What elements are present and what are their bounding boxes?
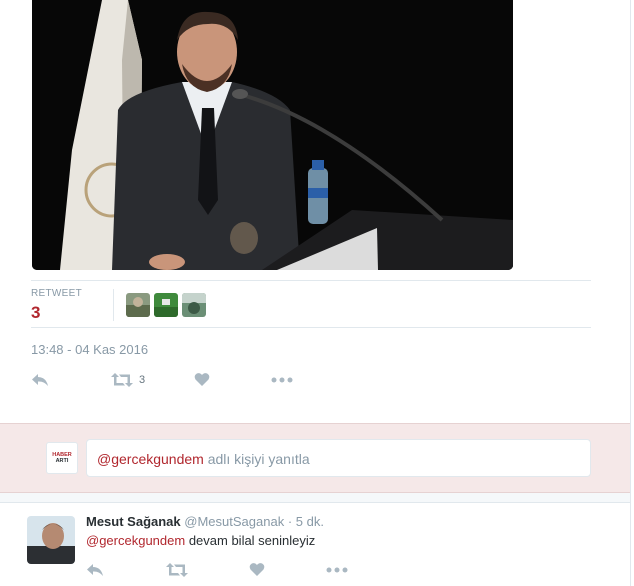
reply-author-avatar-image	[27, 516, 75, 564]
like-button[interactable]	[194, 372, 210, 387]
column-border	[630, 0, 631, 586]
reply-tweet-retweet-button[interactable]	[166, 562, 188, 578]
current-user-avatar: HABER ARTI	[46, 442, 78, 474]
header-separator: ·	[284, 514, 296, 529]
reply-author-avatar[interactable]	[27, 516, 75, 564]
reply-tweet-body: devam bilal seninleyiz	[185, 533, 316, 548]
more-icon	[326, 567, 348, 573]
retweeter-avatar[interactable]	[182, 293, 206, 317]
like-icon	[249, 563, 265, 576]
reply-author-handle[interactable]: @MesutSaganak	[184, 514, 284, 529]
avatar-logo: HABER ARTI	[52, 452, 72, 464]
reply-icon	[87, 564, 103, 576]
reply-tweet-more-button[interactable]	[326, 562, 348, 578]
retweeter-avatar[interactable]	[154, 293, 178, 317]
avatar-logo-bottom: ARTI	[55, 458, 69, 464]
reply-composer: HABER ARTI @gercekgundem adlı kişiyi yan…	[0, 423, 630, 493]
reply-tweet-header: Mesut Sağanak @MesutSaganak · 5 dk.	[86, 514, 324, 529]
reply-tweet-reply-button[interactable]	[86, 562, 104, 578]
tweet-stats: RETWEET 3	[31, 280, 591, 328]
retweet-button[interactable]: 3	[111, 372, 145, 388]
reply-button[interactable]	[31, 372, 49, 388]
retweeter-avatars	[126, 293, 206, 317]
reply-tweet-text: @gercekgundem devam bilal seninleyiz	[86, 533, 315, 548]
retweet-stat[interactable]: RETWEET 3	[31, 288, 82, 323]
retweeter-avatar[interactable]	[126, 293, 150, 317]
retweet-action-count: 3	[139, 374, 146, 386]
reply-mention: @gercekgundem	[97, 451, 204, 467]
tweet-detail-page: RETWEET 3 13:48 - 04 Kas 2016 3 HABER AR…	[0, 0, 634, 586]
retweet-icon	[166, 563, 188, 577]
speaker-photo-image	[32, 0, 513, 270]
more-button[interactable]	[271, 372, 293, 388]
retweeter-avatar-image	[126, 293, 150, 317]
tweet-timestamp[interactable]: 13:48 - 04 Kas 2016	[31, 342, 148, 357]
tweet-photo[interactable]	[32, 0, 513, 270]
retweeter-avatar-image	[182, 293, 206, 317]
retweet-icon	[111, 373, 133, 387]
reply-tweet-like-button[interactable]	[249, 562, 265, 577]
like-icon	[194, 373, 210, 386]
reply-placeholder: adlı kişiyi yanıtla	[203, 451, 310, 467]
reply-input[interactable]: @gercekgundem adlı kişiyi yanıtla	[86, 439, 591, 477]
more-icon	[271, 377, 293, 383]
stats-divider	[113, 289, 114, 321]
reply-tweet[interactable]: Mesut Sağanak @MesutSaganak · 5 dk. @ger…	[0, 504, 630, 586]
reply-tweet-time[interactable]: 5 dk.	[296, 514, 324, 529]
reply-tweet-mention[interactable]: @gercekgundem	[86, 533, 185, 548]
retweeter-avatar-image	[154, 293, 178, 317]
section-divider	[0, 493, 630, 503]
retweet-stat-label: RETWEET	[31, 288, 82, 299]
retweet-stat-count[interactable]: 3	[31, 303, 82, 323]
reply-icon	[32, 374, 48, 386]
reply-author-name[interactable]: Mesut Sağanak	[86, 514, 181, 529]
